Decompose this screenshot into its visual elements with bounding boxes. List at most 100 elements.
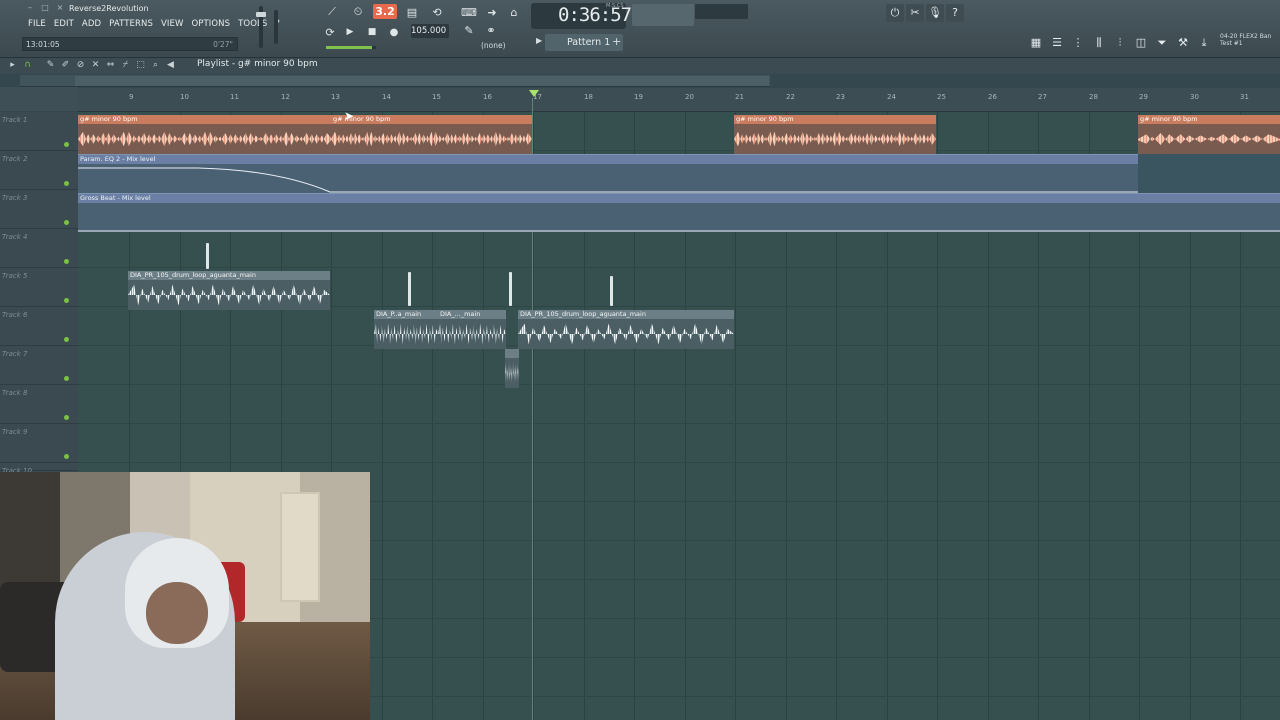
track-header-top (0, 87, 78, 111)
bar-number-label: 10 (180, 93, 189, 101)
track-mute-led[interactable] (64, 415, 69, 420)
step-forward-icon[interactable]: ➜ (484, 4, 500, 20)
track-header[interactable]: Track 7 (0, 346, 78, 385)
playback-tool-icon[interactable]: ◀ (164, 59, 177, 72)
menu-options[interactable]: OPTIONS (187, 18, 234, 30)
song-position-marker[interactable] (529, 90, 539, 97)
mixer-icon[interactable]: ⫼ (1089, 34, 1109, 52)
track-mute-led[interactable] (64, 181, 69, 186)
track-header[interactable]: Track 3 (0, 190, 78, 229)
cut-icon[interactable]: ✂ (906, 4, 924, 22)
sample-blip[interactable] (610, 276, 613, 306)
options-arrow-icon[interactable]: ▸ (6, 59, 19, 72)
track-header[interactable]: Track 8 (0, 385, 78, 424)
drum-loop-clip[interactable]: DIA_P..a_main (374, 310, 438, 349)
channel-rack-icon[interactable]: ⋮ (1068, 34, 1088, 52)
playlist-scroll-thumb[interactable] (75, 76, 769, 86)
track-mute-led[interactable] (64, 337, 69, 342)
bar-number-label: 12 (281, 93, 290, 101)
drum-hit-clip[interactable] (505, 349, 519, 388)
timeline-ruler[interactable] (78, 88, 1280, 112)
automation-clip[interactable]: Param. EQ 2 - Mix level (78, 154, 1138, 193)
maximize-button[interactable]: □ (39, 3, 51, 13)
pattern-add-icon[interactable]: + (612, 35, 621, 48)
master-pitch-slider[interactable] (274, 10, 278, 44)
tuner-icon[interactable]: ⏷ (1152, 34, 1172, 52)
track-header[interactable]: Track 9 (0, 424, 78, 463)
audio-clip[interactable]: g# minor 90 bpm (331, 115, 532, 154)
snap-magnet-icon[interactable]: ∩ (21, 59, 34, 72)
sample-blip[interactable] (206, 243, 209, 269)
delete-tool-icon[interactable]: ⊘ (74, 59, 87, 72)
typing-keyboard-icon[interactable]: ⌨ (461, 4, 477, 20)
loop-record-icon[interactable]: ⟲ (426, 4, 448, 20)
microphone-icon[interactable]: 🎙 (926, 4, 944, 22)
track-header[interactable]: Track 4 (0, 229, 78, 268)
clip-title: DIA_PR_105_drum_loop_aguanta_main (518, 310, 734, 319)
track-header[interactable]: Track 10 (0, 463, 78, 475)
slip-tool-icon[interactable]: ⇔ (104, 59, 117, 72)
paint-tool-icon[interactable]: ✐ (59, 59, 72, 72)
step-edit-icon[interactable]: ▤ (401, 4, 423, 20)
piano-roll-icon[interactable]: ☰ (1047, 34, 1067, 52)
zoom-tool-icon[interactable]: ⌕ (149, 59, 162, 72)
play-icon[interactable]: ▶ (342, 24, 358, 40)
track-mute-led[interactable] (64, 298, 69, 303)
drum-loop-clip[interactable]: DIA_PR_105_drum_loop_aguanta_main (128, 271, 330, 310)
help-icon[interactable]: ? (946, 4, 964, 22)
sample-blip[interactable] (408, 272, 411, 306)
project-title: Reverse2Revolution (69, 4, 149, 13)
mute-tool-icon[interactable]: ✕ (89, 59, 102, 72)
audio-clip[interactable]: g# minor 90 bpm (734, 115, 936, 154)
automation-clip[interactable]: Gross Beat - Mix level (78, 193, 1280, 232)
countdown-button[interactable]: 3.2 (373, 4, 397, 19)
wait-icon[interactable]: ⏲ (347, 4, 369, 20)
track-header[interactable]: Track 2 (0, 151, 78, 190)
menu-edit[interactable]: EDIT (50, 18, 78, 30)
track-mute-led[interactable] (64, 454, 69, 459)
cpu-meter (632, 4, 694, 26)
menu-patterns[interactable]: PATTERNS (105, 18, 157, 30)
master-volume-handle[interactable] (256, 12, 266, 17)
menu-add[interactable]: ADD (78, 18, 105, 30)
menu-file[interactable]: FILE (24, 18, 50, 30)
record-icon[interactable]: ● (386, 24, 402, 40)
menu-tools[interactable]: TOOLS (234, 18, 271, 30)
track-mute-led[interactable] (64, 259, 69, 264)
tempo-display[interactable]: 105.000 (411, 24, 449, 38)
draw-tool-icon[interactable]: ✎ (44, 59, 57, 72)
metronome-icon[interactable]: ⟋ (322, 4, 342, 20)
plugin-picker-icon[interactable]: ◫ (1131, 34, 1151, 52)
cpu-icon[interactable]: ⏻ (886, 4, 904, 22)
track-mute-led[interactable] (64, 376, 69, 381)
download-icon[interactable]: ⤓ (1194, 34, 1214, 52)
browser-icon[interactable]: ⫶ (1110, 34, 1130, 52)
select-tool-icon[interactable]: ⬚ (134, 59, 147, 72)
wrench-icon[interactable]: ⚒ (1173, 34, 1193, 52)
audio-clip[interactable]: g# minor 90 bpm (78, 115, 332, 154)
stop-icon[interactable]: ■ (364, 24, 380, 40)
slice-tool-icon[interactable]: ⌿ (119, 59, 132, 72)
track-mute-led[interactable] (64, 220, 69, 225)
track-name: Track 9 (2, 428, 28, 436)
blend-notes-icon[interactable]: ⌂ (506, 4, 522, 20)
close-button[interactable]: × (54, 3, 66, 13)
sample-blip[interactable] (509, 272, 512, 306)
audio-clip[interactable]: g# minor 90 bpm (1138, 115, 1280, 154)
track-header[interactable]: Track 6 (0, 307, 78, 346)
track-mute-led[interactable] (64, 142, 69, 147)
drum-loop-clip[interactable]: DIA_PR_105_drum_loop_aguanta_main (518, 310, 734, 349)
loop-mode-icon[interactable]: ⟳ (322, 24, 338, 40)
pattern-prev-icon[interactable]: ▶ (536, 36, 545, 49)
clip-waveform (128, 284, 330, 306)
link-icon[interactable]: ⚭ (484, 22, 498, 38)
playlist-window-icon[interactable]: ▦ (1026, 34, 1046, 52)
minimize-button[interactable]: – (24, 3, 36, 13)
track-header[interactable]: Track 1 (0, 112, 78, 151)
menu-view[interactable]: VIEW (157, 18, 188, 30)
snap-selector[interactable]: (none) (481, 41, 506, 50)
track-header[interactable]: Track 5 (0, 268, 78, 307)
drum-loop-clip[interactable]: DIA_..._main (438, 310, 506, 349)
pencil-icon[interactable]: ✎ (462, 22, 476, 38)
webcam-door (280, 492, 320, 602)
